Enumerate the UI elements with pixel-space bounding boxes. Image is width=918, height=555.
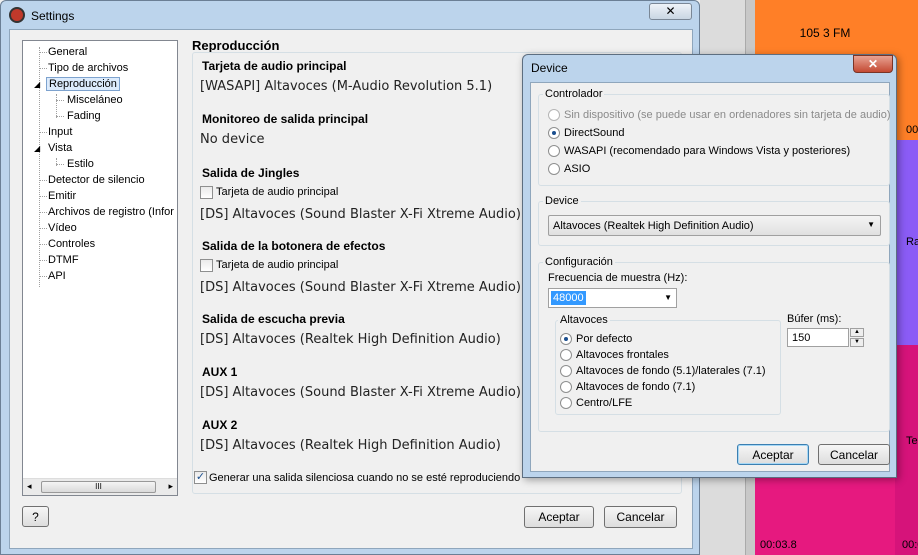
orange-panel[interactable]: 105 3 FM [755, 0, 895, 48]
tree-horizontal-scrollbar[interactable]: ◂ III ▸ [23, 478, 177, 495]
scroll-right-icon[interactable]: ▸ [168, 481, 173, 492]
expand-triangle-icon[interactable]: ◢ [34, 80, 40, 89]
device-select[interactable]: Altavoces (Realtek High Definition Audio… [548, 215, 881, 236]
scroll-left-icon[interactable]: ◂ [27, 481, 32, 492]
silent-output-checkbox[interactable]: ✓ [194, 471, 207, 484]
aux2-value[interactable]: [DS] Altavoces (Realtek High Definition … [200, 438, 501, 453]
settings-tree[interactable]: General Tipo de archivos ◢ Reproducción … [22, 40, 178, 496]
device-dialog-title: Device [531, 61, 568, 75]
speakers-rear71-label: Altavoces de fondo (7.1) [576, 381, 696, 393]
speakers-rear-radio[interactable] [560, 365, 572, 377]
jingles-checkbox[interactable] [200, 186, 213, 199]
spin-up-icon[interactable]: ▲ [850, 328, 864, 337]
effects-value[interactable]: [DS] Altavoces (Sound Blaster X-Fi Xtrem… [200, 280, 521, 295]
jingles-checkbox-label: Tarjeta de audio principal [216, 186, 339, 198]
scroll-thumb[interactable]: III [41, 481, 156, 493]
group-title-jingles: Salida de Jingles [202, 166, 300, 180]
side-label-2: Te [906, 435, 918, 447]
expand-triangle-icon[interactable]: ◢ [34, 144, 40, 153]
speakers-group-label: Altavoces [558, 314, 610, 326]
monitor-value[interactable]: No device [200, 132, 265, 147]
effects-checkbox-label: Tarjeta de audio principal [216, 259, 339, 271]
jingles-value[interactable]: [DS] Altavoces (Sound Blaster X-Fi Xtrem… [200, 207, 521, 222]
settings-cancel-button[interactable]: Cancelar [604, 506, 677, 528]
tree-item-view[interactable]: Vista [48, 142, 72, 154]
controller-group [538, 94, 890, 186]
chevron-down-icon: ▼ [867, 220, 875, 229]
close-button[interactable]: ✕ [649, 3, 692, 20]
tree-item-style[interactable]: Estilo [67, 158, 94, 170]
group-title-aux1: AUX 1 [202, 365, 238, 379]
speakers-front-label: Altavoces frontales [576, 349, 669, 361]
speakers-rear-label: Altavoces de fondo (5.1)/laterales (7.1) [576, 365, 766, 377]
side-label: Ra [906, 236, 918, 248]
section-title: Reproducción [192, 38, 280, 53]
device-cancel-button[interactable]: Cancelar [818, 444, 890, 465]
side-time-label: 00:0 [902, 539, 918, 551]
tree-item-general[interactable]: General [48, 46, 87, 58]
main-audio-value[interactable]: [WASAPI] Altavoces (M-Audio Revolution 5… [200, 79, 492, 94]
device-group-label: Device [543, 195, 581, 207]
tree-item-playback[interactable]: Reproducción [46, 77, 120, 91]
device-ok-button[interactable]: Aceptar [737, 444, 809, 465]
help-button[interactable]: ? [22, 506, 49, 527]
tree-item-controls[interactable]: Controles [48, 238, 95, 250]
buffer-input[interactable]: 150 [787, 328, 849, 347]
buffer-label: Búfer (ms): [787, 313, 842, 325]
freq-value: 48000 [551, 291, 586, 305]
controller-wasapi-label: WASAPI (recomendado para Windows Vista y… [564, 145, 851, 157]
device-close-button[interactable]: ✕ [853, 55, 893, 73]
speakers-default-radio[interactable] [560, 333, 572, 345]
device-select-value: Altavoces (Realtek High Definition Audio… [553, 220, 754, 232]
group-title-main-audio: Tarjeta de audio principal [202, 59, 347, 73]
tree-item-file-types[interactable]: Tipo de archivos [48, 62, 128, 74]
speakers-default-label: Por defecto [576, 333, 633, 345]
chevron-down-icon: ▼ [664, 293, 672, 302]
config-group-label: Configuración [543, 256, 615, 268]
window-title: Settings [31, 9, 75, 23]
speakers-front-radio[interactable] [560, 349, 572, 361]
tree-item-input[interactable]: Input [48, 126, 72, 138]
controller-none-label: Sin dispositivo (se puede usar en ordena… [564, 109, 891, 121]
tree-item-api[interactable]: API [48, 270, 66, 282]
controller-directsound-radio[interactable] [548, 127, 560, 139]
buffer-value: 150 [792, 332, 811, 344]
controller-asio-label: ASIO [564, 163, 591, 175]
station-label: 105 3 FM [799, 26, 851, 40]
effects-checkbox[interactable] [200, 259, 213, 272]
silent-output-label: Generar una salida silenciosa cuando no … [209, 472, 521, 484]
group-title-effects: Salida de la botonera de efectos [202, 239, 386, 253]
controller-asio-radio[interactable] [548, 163, 560, 175]
preview-value[interactable]: [DS] Altavoces (Realtek High Definition … [200, 332, 501, 347]
tree-item-silence-detector[interactable]: Detector de silencio [48, 174, 145, 186]
group-title-monitor: Monitoreo de salida principal [202, 112, 369, 126]
group-title-aux2: AUX 2 [202, 418, 238, 432]
aux1-value[interactable]: [DS] Altavoces (Sound Blaster X-Fi Xtrem… [200, 385, 521, 400]
tree-item-logs[interactable]: Archivos de registro (Infor [48, 206, 174, 218]
controller-directsound-label: DirectSound [564, 127, 625, 139]
time-label: 00:03.8 [760, 539, 797, 551]
spin-down-icon[interactable]: ▼ [850, 338, 864, 347]
speakers-center-label: Centro/LFE [576, 397, 633, 409]
controller-none-radio[interactable] [548, 109, 560, 121]
tree-item-broadcast[interactable]: Emitir [48, 190, 76, 202]
settings-ok-button[interactable]: Aceptar [524, 506, 594, 528]
controller-group-label: Controlador [543, 88, 605, 100]
app-icon [9, 7, 25, 23]
freq-label: Frecuencia de muestra (Hz): [548, 272, 688, 284]
freq-select[interactable]: 48000 ▼ [548, 288, 677, 308]
tree-item-fading[interactable]: Fading [67, 110, 101, 122]
group-title-preview: Salida de escucha previa [202, 312, 345, 326]
controller-wasapi-radio[interactable] [548, 145, 560, 157]
speakers-center-radio[interactable] [560, 397, 572, 409]
tree-item-dtmf[interactable]: DTMF [48, 254, 79, 266]
speakers-rear71-radio[interactable] [560, 381, 572, 393]
tree-item-misc[interactable]: Misceláneo [67, 94, 123, 106]
tree-item-video[interactable]: Vídeo [48, 222, 77, 234]
time-label-right: 00:0 [906, 124, 918, 136]
